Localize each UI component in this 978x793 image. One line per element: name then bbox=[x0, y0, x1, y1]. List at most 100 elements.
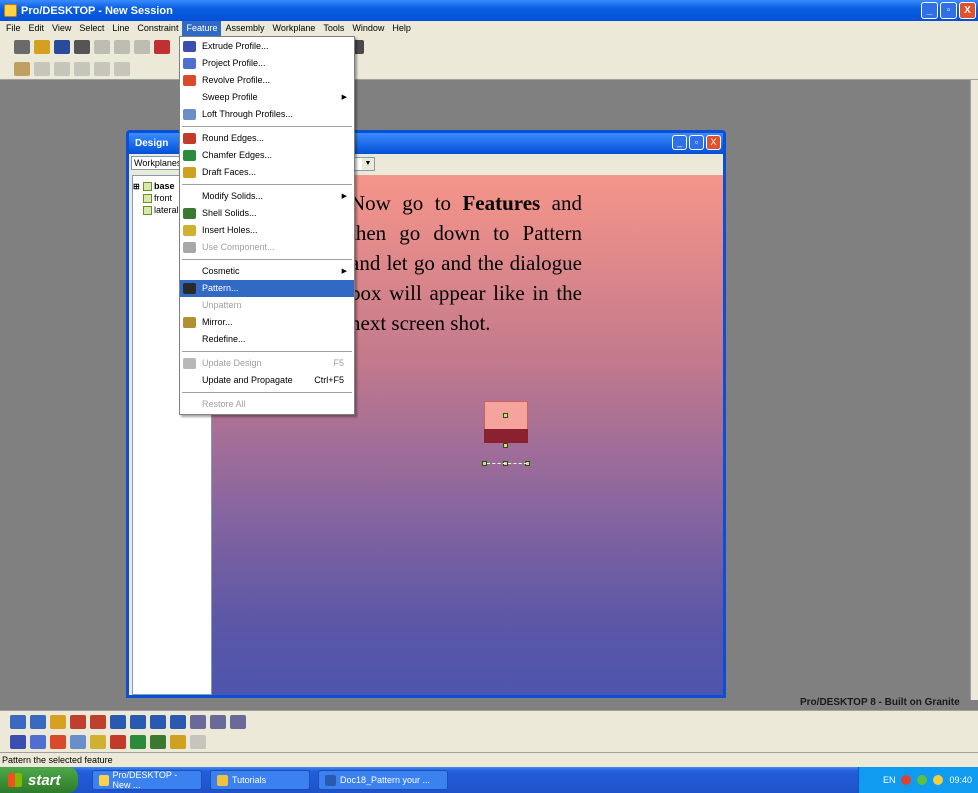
task-label: Pro/DESKTOP - New ... bbox=[112, 770, 178, 790]
copy-icon[interactable] bbox=[114, 40, 130, 54]
menu-window[interactable]: Window bbox=[348, 21, 388, 36]
menu-edit[interactable]: Edit bbox=[25, 21, 49, 36]
delete-icon[interactable] bbox=[154, 40, 170, 54]
menu-item-icon bbox=[183, 317, 196, 328]
zoom-window-icon[interactable] bbox=[110, 714, 126, 729]
menu-item-chamfer-edges[interactable]: Chamfer Edges... bbox=[180, 147, 354, 164]
menu-item-project-profile[interactable]: Project Profile... bbox=[180, 55, 354, 72]
menu-item-sweep-profile[interactable]: Sweep Profile ▶ bbox=[180, 89, 354, 106]
design-close-button[interactable]: X bbox=[706, 135, 721, 150]
menu-item-modify-solids[interactable]: Modify Solids... ▶ bbox=[180, 188, 354, 205]
component-icon[interactable] bbox=[190, 735, 206, 749]
menu-feature[interactable]: Feature bbox=[182, 21, 222, 36]
feature-dropdown-menu: Extrude Profile... Project Profile... Revo… bbox=[179, 36, 355, 415]
task-prodesktop[interactable]: Pro/DESKTOP - New ... bbox=[92, 770, 202, 790]
project-icon[interactable] bbox=[30, 735, 46, 749]
hole-icon[interactable] bbox=[90, 735, 106, 749]
minimize-button[interactable]: _ bbox=[921, 2, 938, 19]
shade-icon[interactable] bbox=[50, 714, 66, 729]
security-icon[interactable] bbox=[901, 775, 912, 785]
close-button[interactable]: X bbox=[959, 2, 976, 19]
revolve-icon[interactable] bbox=[50, 735, 66, 749]
menu-item-update-and-propagate[interactable]: Update and Propagate Ctrl+F5 bbox=[180, 372, 354, 389]
open-icon[interactable] bbox=[34, 40, 50, 54]
menu-item-cosmetic[interactable]: Cosmetic ▶ bbox=[180, 263, 354, 280]
rectangle-icon[interactable] bbox=[54, 61, 70, 76]
constraint-icon[interactable] bbox=[114, 61, 130, 76]
pan-icon[interactable] bbox=[190, 714, 206, 729]
menu-item-label: Insert Holes... bbox=[202, 225, 258, 235]
menu-constraint[interactable]: Constraint bbox=[133, 21, 182, 36]
selection-handle[interactable] bbox=[503, 443, 508, 448]
menu-item-mirror[interactable]: Mirror... bbox=[180, 314, 354, 331]
zoom-in-icon[interactable] bbox=[150, 714, 166, 729]
menu-item-pattern[interactable]: Pattern... bbox=[180, 280, 354, 297]
menu-select[interactable]: Select bbox=[75, 21, 108, 36]
standard-toolbar bbox=[0, 36, 978, 58]
orbit-icon[interactable] bbox=[10, 714, 26, 729]
zoom-out-icon[interactable] bbox=[170, 714, 186, 729]
menu-item-round-edges[interactable]: Round Edges... bbox=[180, 130, 354, 147]
save-icon[interactable] bbox=[54, 40, 70, 54]
expand-icon[interactable]: ⊞ bbox=[133, 182, 141, 191]
hidden-line-icon[interactable] bbox=[90, 714, 106, 729]
menu-line[interactable]: Line bbox=[108, 21, 133, 36]
select-icon[interactable] bbox=[14, 61, 30, 76]
task-label: Tutorials bbox=[232, 775, 267, 785]
cut-icon[interactable] bbox=[94, 40, 110, 54]
language-indicator[interactable]: EN bbox=[883, 775, 896, 785]
round-icon[interactable] bbox=[110, 735, 126, 749]
shell-icon[interactable] bbox=[150, 735, 166, 749]
line-icon[interactable] bbox=[34, 61, 50, 76]
menu-item-shell-solids[interactable]: Shell Solids... bbox=[180, 205, 354, 222]
zoom-all-icon[interactable] bbox=[130, 714, 146, 729]
menu-workplane[interactable]: Workplane bbox=[269, 21, 320, 36]
draft-icon[interactable] bbox=[170, 735, 186, 749]
menu-item-label: Use Component... bbox=[202, 242, 275, 252]
sketch-toolbar bbox=[0, 58, 978, 80]
menu-tools[interactable]: Tools bbox=[319, 21, 348, 36]
menu-item-insert-holes[interactable]: Insert Holes... bbox=[180, 222, 354, 239]
menu-help[interactable]: Help bbox=[388, 21, 415, 36]
menu-view[interactable]: View bbox=[48, 21, 75, 36]
tab-workplanes[interactable]: Workplanes bbox=[131, 156, 185, 170]
wireframe-icon[interactable] bbox=[70, 714, 86, 729]
paste-icon[interactable] bbox=[134, 40, 150, 54]
circle-icon[interactable] bbox=[94, 61, 110, 76]
new-icon[interactable] bbox=[14, 40, 30, 54]
rotate-icon[interactable] bbox=[30, 714, 46, 729]
menu-item-draft-faces[interactable]: Draft Faces... bbox=[180, 164, 354, 181]
selection-handle[interactable] bbox=[503, 413, 508, 418]
extrude-icon[interactable] bbox=[10, 735, 26, 749]
next-view-icon[interactable] bbox=[230, 714, 246, 729]
chamfer-icon[interactable] bbox=[130, 735, 146, 749]
start-button[interactable]: start bbox=[0, 767, 78, 793]
menu-item-label: Pattern... bbox=[202, 283, 239, 293]
menu-item-icon bbox=[183, 242, 196, 253]
right-toolbar bbox=[970, 80, 978, 700]
task-word-document[interactable]: Doc18_Pattern your ... bbox=[318, 770, 448, 790]
menu-item-restore-all: Restore All bbox=[180, 396, 354, 413]
menu-item-revolve-profile[interactable]: Revolve Profile... bbox=[180, 72, 354, 89]
previous-view-icon[interactable] bbox=[210, 714, 226, 729]
arc-icon[interactable] bbox=[74, 61, 90, 76]
menu-item-loft-through-profiles[interactable]: Loft Through Profiles... bbox=[180, 106, 354, 123]
design-maximize-button[interactable]: ▫ bbox=[689, 135, 704, 150]
design-minimize-button[interactable]: _ bbox=[672, 135, 687, 150]
network-icon[interactable] bbox=[917, 775, 928, 785]
maximize-button[interactable]: ▫ bbox=[940, 2, 957, 19]
product-watermark: Pro/DESKTOP 8 - Built on Granite bbox=[800, 697, 960, 708]
folder-icon bbox=[217, 774, 228, 786]
sweep-icon[interactable] bbox=[70, 735, 86, 749]
menu-separator bbox=[182, 392, 352, 393]
volume-icon[interactable] bbox=[933, 775, 944, 785]
menu-item-label: Revolve Profile... bbox=[202, 75, 271, 85]
print-icon[interactable] bbox=[74, 40, 90, 54]
menu-item-extrude-profile[interactable]: Extrude Profile... bbox=[180, 38, 354, 55]
menu-assembly[interactable]: Assembly bbox=[221, 21, 268, 36]
instruction-bold: Features bbox=[462, 191, 541, 215]
task-tutorials[interactable]: Tutorials bbox=[210, 770, 310, 790]
menu-item-redefine[interactable]: Redefine... bbox=[180, 331, 354, 348]
chevron-down-icon[interactable]: ▼ bbox=[362, 158, 374, 170]
menu-file[interactable]: File bbox=[2, 21, 25, 36]
